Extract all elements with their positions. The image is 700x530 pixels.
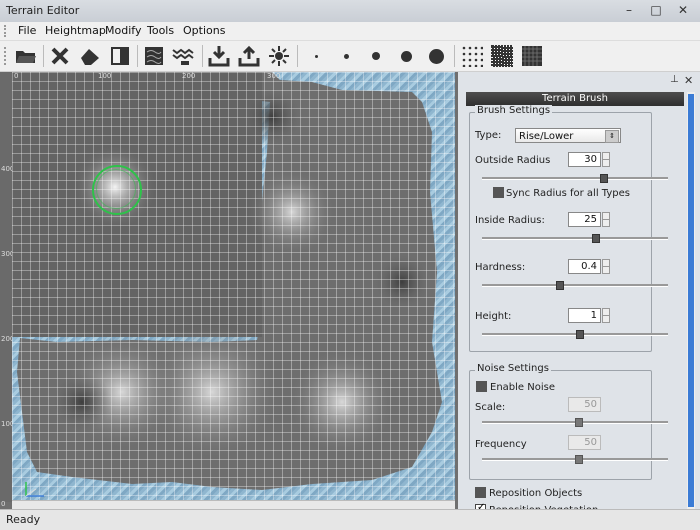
- brush-size-small-button[interactable]: [334, 44, 358, 68]
- panel-title: Terrain Brush: [466, 92, 684, 106]
- scale-slider[interactable]: [482, 418, 668, 427]
- enable-noise-label: Enable Noise: [490, 382, 555, 393]
- hardness-slider[interactable]: [482, 281, 668, 290]
- reposition-objects-label: Reposition Objects: [489, 488, 583, 499]
- pin-icon[interactable]: ⊥: [670, 74, 679, 85]
- frequency-input[interactable]: 50: [568, 435, 601, 450]
- toolbar: [0, 41, 700, 72]
- frequency-slider[interactable]: [482, 455, 668, 464]
- toolbar-separator: [454, 45, 455, 67]
- panel-close-icon[interactable]: ✕: [684, 74, 693, 87]
- toolbar-separator: [297, 45, 298, 67]
- heightmap-icon[interactable]: [172, 44, 196, 68]
- eraser-icon[interactable]: [78, 44, 102, 68]
- inside-radius-input[interactable]: 25: [568, 212, 601, 227]
- terrain-texture-icon[interactable]: [142, 44, 166, 68]
- reposition-objects-checkbox[interactable]: [475, 487, 486, 498]
- toolbar-separator: [137, 45, 138, 67]
- toolbar-separator: [202, 45, 203, 67]
- pattern-dense-icon[interactable]: [520, 44, 544, 68]
- brush-size-xlarge-button[interactable]: [424, 44, 448, 68]
- inside-radius-slider[interactable]: [482, 234, 668, 243]
- close-button[interactable]: ✕: [670, 1, 696, 19]
- panel-header: ⊥ ✕: [458, 72, 700, 90]
- window-title: Terrain Editor: [6, 4, 80, 17]
- grid-overlay: [12, 72, 455, 500]
- hardness-input[interactable]: 0.4: [568, 259, 601, 274]
- height-label: Height:: [475, 311, 512, 322]
- pattern-medium-icon[interactable]: [490, 44, 514, 68]
- frequency-label: Frequency: [475, 439, 527, 450]
- brush-size-large-button[interactable]: [394, 44, 418, 68]
- noise-settings-group: Noise Settings Enable Noise Scale: 50 Fr…: [469, 363, 668, 480]
- axis-gizmo-icon: [25, 482, 44, 497]
- scale-slider-thumb[interactable]: [575, 418, 583, 427]
- enable-noise-checkbox[interactable]: [476, 381, 487, 392]
- pattern-sparse-icon[interactable]: [460, 44, 484, 68]
- y-ruler-label: 0: [1, 500, 6, 508]
- export-icon[interactable]: [237, 44, 261, 68]
- hardness-slider-thumb[interactable]: [556, 281, 564, 290]
- menu-options[interactable]: Options: [183, 24, 225, 37]
- hardness-label: Hardness:: [475, 262, 526, 273]
- outside-radius-stepper[interactable]: [602, 152, 610, 167]
- dropdown-arrow-icon: ⇕: [605, 130, 619, 143]
- toolbar-grip: [4, 47, 9, 65]
- status-text: Ready: [6, 513, 41, 526]
- sun-icon[interactable]: [267, 44, 291, 68]
- maximize-button[interactable]: □: [643, 1, 669, 19]
- menu-file[interactable]: File: [18, 24, 36, 37]
- outside-radius-label: Outside Radius: [475, 155, 551, 166]
- panel-scrollbar-thumb[interactable]: [688, 94, 694, 507]
- menu-heightmap[interactable]: Heightmap: [45, 24, 106, 37]
- scale-input[interactable]: 50: [568, 397, 601, 412]
- height-stepper[interactable]: [602, 308, 610, 323]
- menu-grip: [4, 25, 10, 37]
- brush-type-select[interactable]: Rise/Lower ⇕: [515, 128, 621, 143]
- height-slider[interactable]: [482, 330, 668, 339]
- open-folder-icon[interactable]: [14, 44, 38, 68]
- brush-type-value: Rise/Lower: [519, 131, 574, 142]
- delete-icon[interactable]: [48, 44, 72, 68]
- hardness-stepper[interactable]: [602, 259, 610, 274]
- brush-settings-group: Brush Settings Type: Rise/Lower ⇕ Outsid…: [469, 105, 668, 352]
- height-input[interactable]: 1: [568, 308, 601, 323]
- terrain-viewport[interactable]: [12, 72, 455, 500]
- outside-radius-slider[interactable]: [482, 174, 668, 183]
- outside-radius-slider-thumb[interactable]: [600, 174, 608, 183]
- inside-radius-slider-thumb[interactable]: [592, 234, 600, 243]
- height-slider-thumb[interactable]: [576, 330, 584, 339]
- inside-radius-label: Inside Radius:: [475, 215, 545, 226]
- brush-size-tiny-button[interactable]: [304, 44, 328, 68]
- import-icon[interactable]: [207, 44, 231, 68]
- inside-radius-stepper[interactable]: [602, 212, 610, 227]
- brush-settings-legend: Brush Settings: [475, 105, 553, 116]
- sync-radius-label: Sync Radius for all Types: [506, 188, 630, 199]
- noise-settings-legend: Noise Settings: [475, 363, 551, 374]
- frequency-slider-thumb[interactable]: [575, 455, 583, 464]
- toolbar-separator: [43, 45, 44, 67]
- sync-radius-checkbox[interactable]: [493, 187, 504, 198]
- menu-bar: File Heightmap Modify Tools Options: [0, 22, 700, 41]
- menu-tools[interactable]: Tools: [147, 24, 174, 37]
- terrain-brush-panel: ⊥ ✕ Terrain Brush Brush Settings Type: R…: [458, 72, 700, 516]
- brush-size-medium-button[interactable]: [364, 44, 388, 68]
- scale-label: Scale:: [475, 402, 506, 413]
- half-square-icon[interactable]: [108, 44, 132, 68]
- menu-modify[interactable]: Modify: [105, 24, 141, 37]
- brush-cursor-inner: [96, 169, 136, 209]
- status-bar: Ready: [0, 509, 700, 530]
- window-title-bar: Terrain Editor – □ ✕: [0, 0, 700, 23]
- outside-radius-input[interactable]: 30: [568, 152, 601, 167]
- vertical-ruler: 400 300 200 100 0: [0, 72, 14, 508]
- minimize-button[interactable]: –: [616, 1, 642, 19]
- type-label: Type:: [475, 130, 502, 141]
